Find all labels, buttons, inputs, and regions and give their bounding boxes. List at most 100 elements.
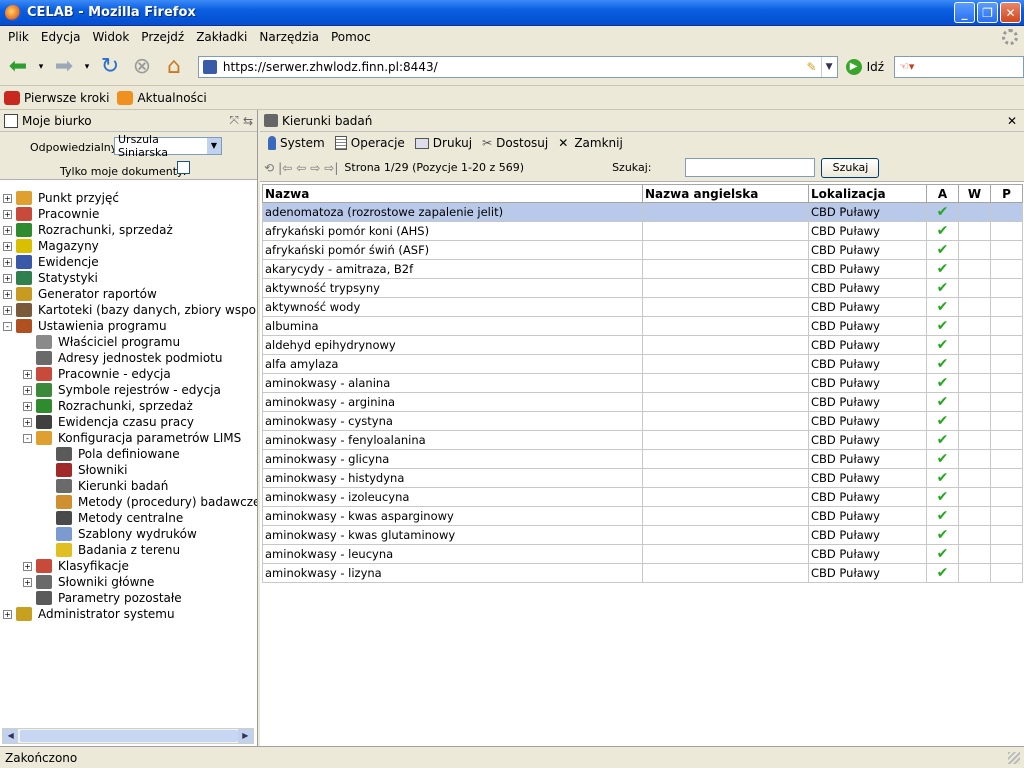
close-panel-icon[interactable]: ✕ <box>1004 114 1020 128</box>
tree-item[interactable]: + Pracownie <box>0 206 257 222</box>
tree-item[interactable]: - Konfiguracja parametrów LIMS <box>0 430 257 446</box>
url-dropdown-icon[interactable]: ▼ <box>820 56 837 77</box>
back-arrow-icon[interactable]: ⬅ <box>4 53 32 81</box>
expand-icon[interactable]: + <box>3 193 12 203</box>
home-icon[interactable]: ⌂ <box>160 53 188 81</box>
menu-przejdz[interactable]: Przejdź <box>135 30 190 44</box>
table-row[interactable]: aminokwasy - glicyna CBD Puławy ✔ <box>262 449 1023 469</box>
stop-icon[interactable]: ⊗ <box>128 53 156 81</box>
menu-plik[interactable]: Plik <box>2 30 35 44</box>
expand-icon[interactable]: + <box>3 289 12 299</box>
table-row[interactable]: aktywność wody CBD Puławy ✔ <box>262 297 1023 317</box>
menu-edycja[interactable]: Edycja <box>35 30 87 44</box>
table-row[interactable]: aminokwasy - kwas glutaminowy CBD Puławy ✔ <box>262 525 1023 545</box>
tree-item[interactable]: Parametry pozostałe <box>0 590 257 606</box>
table-row[interactable]: aminokwasy - alanina CBD Puławy ✔ <box>262 373 1023 393</box>
scroll-right-icon[interactable]: ▶ <box>237 729 253 743</box>
toolbar-close-button[interactable]: ✕ Zamknij <box>558 136 623 150</box>
table-row[interactable]: akarycydy - amitraza, B2f CBD Puławy ✔ <box>262 259 1023 279</box>
minimize-button[interactable]: _ <box>954 2 975 23</box>
bookmark-aktualnosci[interactable]: Aktualności <box>117 90 207 105</box>
table-row[interactable]: aminokwasy - histydyna CBD Puławy ✔ <box>262 468 1023 488</box>
table-row[interactable]: alfa amylaza CBD Puławy ✔ <box>262 354 1023 374</box>
expand-icon[interactable]: + <box>3 273 12 283</box>
toolbar-system-button[interactable]: System <box>268 136 325 150</box>
column-header-w[interactable]: W <box>958 184 991 203</box>
tree-item[interactable]: + Ewidencje <box>0 254 257 270</box>
tree-item[interactable]: + Punkt przyjęć <box>0 190 257 206</box>
expand-icon[interactable]: + <box>23 369 32 379</box>
table-row[interactable]: aminokwasy - cystyna CBD Puławy ✔ <box>262 411 1023 431</box>
expand-icon[interactable]: + <box>23 577 32 587</box>
last-page-icon[interactable]: ⇨| <box>324 161 338 175</box>
expand-all-icon[interactable]: ⤧ <box>229 113 239 128</box>
expand-icon[interactable]: + <box>3 241 12 251</box>
expand-icon[interactable]: + <box>3 209 12 219</box>
go-button[interactable]: ▶ Idź <box>845 58 884 75</box>
tree-item[interactable]: + Magazyny <box>0 238 257 254</box>
tree-item[interactable]: Szablony wydruków <box>0 526 257 542</box>
search-engine-icon[interactable]: ☜▾ <box>899 60 914 73</box>
tree-item[interactable]: + Klasyfikacje <box>0 558 257 574</box>
tree-item[interactable]: + Generator raportów <box>0 286 257 302</box>
table-row[interactable]: afrykański pomór koni (AHS) CBD Puławy ✔ <box>262 221 1023 241</box>
tree-item[interactable]: + Rozrachunki, sprzedaż <box>0 398 257 414</box>
forward-arrow-icon[interactable]: ➡ <box>50 53 78 81</box>
table-row[interactable]: aktywność trypsyny CBD Puławy ✔ <box>262 278 1023 298</box>
toolbar-operations-button[interactable]: Operacje <box>334 136 405 150</box>
url-field[interactable]: https://serwer.zhwlodz.finn.pl:8443/ ✎ ▼ <box>197 55 838 78</box>
refresh-tree-icon[interactable]: ⇆ <box>243 114 253 128</box>
tree-item[interactable]: + Symbole rejestrów - edycja <box>0 382 257 398</box>
expand-icon[interactable]: + <box>3 225 12 235</box>
table-row[interactable]: aldehyd epihydrynowy CBD Puławy ✔ <box>262 335 1023 355</box>
table-row[interactable]: aminokwasy - izoleucyna CBD Puławy ✔ <box>262 487 1023 507</box>
responsible-select[interactable]: Urszula Siniarska ▼ <box>114 133 222 159</box>
column-header-p[interactable]: P <box>990 184 1023 203</box>
prev-page-icon[interactable]: ⇦ <box>296 161 306 175</box>
tree-item[interactable]: Słowniki <box>0 462 257 478</box>
tree-item[interactable]: Badania z terenu <box>0 542 257 558</box>
maximize-button[interactable]: ❐ <box>977 2 998 23</box>
menu-pomoc[interactable]: Pomoc <box>325 30 377 44</box>
next-page-icon[interactable]: ⇨ <box>310 161 320 175</box>
close-window-button[interactable]: ✕ <box>1000 2 1021 23</box>
forward-dropdown-icon[interactable]: ▾ <box>82 53 92 81</box>
table-row[interactable]: afrykański pomór świń (ASF) CBD Puławy ✔ <box>262 240 1023 260</box>
expand-icon[interactable]: + <box>23 401 32 411</box>
tree-item[interactable]: Kierunki badań <box>0 478 257 494</box>
toolbar-customize-button[interactable]: ✂ Dostosuj <box>482 136 548 150</box>
expand-icon[interactable]: + <box>3 609 12 619</box>
resize-grip-icon[interactable] <box>1008 751 1020 764</box>
column-header-nazwa-angielska[interactable]: Nazwa angielska <box>642 184 809 203</box>
expand-icon[interactable]: + <box>3 257 12 267</box>
first-page-icon[interactable]: |⇦ <box>278 161 292 175</box>
back-dropdown-icon[interactable]: ▾ <box>36 53 46 81</box>
menu-zakladki[interactable]: Zakładki <box>190 30 253 44</box>
tree-item[interactable]: + Kartoteki (bazy danych, zbiory wspoma <box>0 302 257 318</box>
collapse-icon[interactable]: - <box>3 321 12 331</box>
refresh-icon[interactable]: ⟲ <box>264 161 274 175</box>
column-header-a[interactable]: A <box>926 184 959 203</box>
table-row[interactable]: aminokwasy - kwas asparginowy CBD Puławy ✔ <box>262 506 1023 526</box>
table-row[interactable]: aminokwasy - arginina CBD Puławy ✔ <box>262 392 1023 412</box>
table-row[interactable]: albumina CBD Puławy ✔ <box>262 316 1023 336</box>
table-row[interactable]: adenomatoza (rozrostowe zapalenie jelit)… <box>262 202 1023 222</box>
search-input[interactable] <box>685 158 816 177</box>
menu-widok[interactable]: Widok <box>86 30 135 44</box>
tree-item[interactable]: + Statystyki <box>0 270 257 286</box>
collapse-icon[interactable]: - <box>23 433 32 443</box>
column-header-lokalizacja[interactable]: Lokalizacja <box>808 184 927 203</box>
expand-icon[interactable]: + <box>23 561 32 571</box>
tree-item[interactable]: + Pracownie - edycja <box>0 366 257 382</box>
reload-icon[interactable]: ↻ <box>96 53 124 81</box>
expand-icon[interactable]: + <box>3 305 12 315</box>
search-button[interactable]: Szukaj <box>821 157 880 178</box>
expand-icon[interactable]: + <box>23 385 32 395</box>
menu-narzedzia[interactable]: Narzędzia <box>253 30 325 44</box>
tree-item[interactable]: + Administrator systemu <box>0 606 257 622</box>
expand-icon[interactable]: + <box>23 417 32 427</box>
bookmark-pierwsze-kroki[interactable]: Pierwsze kroki <box>4 90 109 105</box>
tree-item[interactable]: Pola definiowane <box>0 446 257 462</box>
tree-item[interactable]: + Ewidencja czasu pracy <box>0 414 257 430</box>
tree-horizontal-scrollbar[interactable]: ◀ ▶ <box>2 728 254 744</box>
